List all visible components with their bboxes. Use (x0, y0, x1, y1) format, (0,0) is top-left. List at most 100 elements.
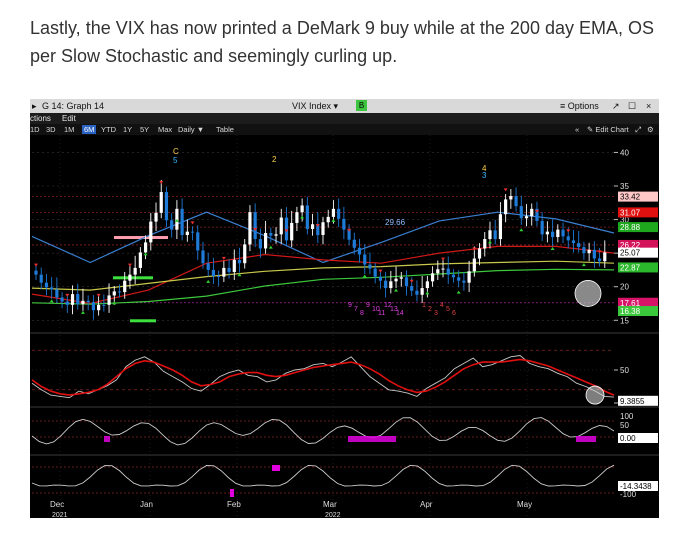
candle-body (514, 196, 518, 207)
candle-body (201, 250, 205, 264)
candle-body (284, 217, 289, 241)
candle-body (149, 221, 153, 243)
support-bar (113, 276, 153, 280)
candle-body (159, 192, 163, 213)
candle-body (462, 280, 466, 283)
candle-body (86, 300, 90, 303)
frequency-select[interactable]: Daily ▼ (178, 125, 204, 134)
demark-count: C (173, 147, 179, 156)
price-label: 25.07 (620, 249, 641, 258)
candle-body (60, 297, 64, 302)
period-1m[interactable]: 1M (64, 125, 74, 134)
price-label: 16.38 (620, 307, 641, 316)
candle-body (519, 206, 523, 219)
osc2-highlight (272, 465, 280, 471)
window-title: G 14: Graph 14 (42, 101, 105, 111)
period-1y[interactable]: 1Y (123, 125, 132, 134)
candle-body (477, 248, 482, 259)
sell-arrow (34, 263, 38, 267)
osc1-tick-label: 100 (620, 412, 634, 421)
highlight-circle (585, 385, 605, 405)
candle-body (394, 278, 398, 282)
candle-body (467, 271, 471, 283)
window-title-bar: ▸ G 14: Graph 14 VIX Index ▾ B ≡ Options… (30, 99, 659, 113)
buy-arrow (581, 263, 586, 267)
popout-icon[interactable]: ↗ (612, 101, 620, 112)
period-3d[interactable]: 3D (46, 125, 56, 134)
candle-body (483, 239, 487, 249)
period-max[interactable]: Max (158, 125, 172, 134)
period-ytd[interactable]: YTD (101, 125, 116, 134)
article-paragraph: Lastly, the VIX has now printed a DeMark… (30, 18, 654, 66)
options-menu[interactable]: ≡ Options (560, 101, 599, 111)
candle-body (91, 302, 95, 311)
candle-body (566, 236, 570, 241)
price-tick-label: 35 (620, 182, 629, 191)
settings-gear-icon[interactable]: ⚙ (647, 125, 654, 134)
collapse-left-icon[interactable]: « (575, 125, 579, 134)
candle-body (363, 254, 367, 265)
demark-count: 6 (452, 310, 456, 317)
period-5y[interactable]: 5Y (140, 125, 149, 134)
candle-body (551, 231, 555, 238)
badge-b[interactable]: B (356, 100, 367, 111)
candle-body (243, 244, 247, 264)
options-label: Options (567, 101, 599, 111)
candle-body (373, 268, 377, 277)
candle-body (420, 288, 424, 295)
period-6m[interactable]: 6M (82, 125, 97, 134)
candle-body (389, 281, 393, 289)
price-label: 31.07 (620, 208, 641, 217)
candle-body (331, 208, 336, 217)
candle-body (410, 286, 414, 291)
candle-body (81, 300, 85, 305)
buy-arrow (268, 245, 273, 249)
candle-body (290, 222, 294, 241)
buy-arrow (425, 291, 430, 295)
candle-body (577, 243, 581, 248)
actions-menu[interactable]: ctions (30, 114, 51, 123)
close-icon[interactable]: × (646, 101, 651, 111)
edit-chart-button[interactable]: ✎ Edit Chart (587, 125, 629, 134)
table-button[interactable]: Table (216, 125, 234, 134)
demark-count: 3 (482, 171, 487, 180)
demark-count: 11 (378, 310, 385, 317)
osc1-tick-label: 50 (620, 421, 629, 430)
buy-arrow (550, 247, 555, 251)
candle-body (310, 224, 315, 229)
candle-body (425, 281, 429, 289)
price-tick-label: 40 (620, 148, 629, 157)
x-month-label: May (517, 500, 532, 509)
osc1-highlight (104, 436, 110, 442)
sell-arrow (441, 257, 446, 261)
edit-menu[interactable]: Edit (62, 114, 76, 123)
ticker-field[interactable]: VIX Index ▾ (292, 101, 338, 112)
annotation-label: 29.66 (385, 218, 406, 227)
demark-count: 7 (354, 306, 358, 313)
collapse-arrow-icon[interactable]: ▸ (32, 101, 37, 112)
candle-body (185, 231, 189, 236)
actions-bar: ctions Edit (30, 113, 659, 124)
candle-body (164, 192, 169, 221)
candle-body (112, 291, 116, 296)
frequency-label: Daily (178, 125, 195, 134)
candle-body (415, 290, 419, 295)
buy-arrow (362, 274, 367, 278)
candle-body (368, 264, 372, 269)
candle-body (436, 269, 440, 274)
candle-body (133, 267, 137, 275)
sell-arrow (221, 256, 226, 260)
sell-arrow (503, 188, 508, 192)
candle-body (190, 231, 195, 233)
candle-body (295, 212, 299, 223)
period-1d[interactable]: 1D (30, 125, 40, 134)
chart-tools-icon[interactable]: ⤢ (635, 125, 641, 135)
maximize-icon[interactable]: ☐ (628, 101, 636, 112)
price-label: 33.42 (620, 193, 641, 202)
candle-body (357, 247, 362, 255)
candle-body (556, 229, 560, 238)
x-month-label: Dec (50, 500, 64, 509)
edit-chart-label: Edit Chart (595, 125, 629, 134)
candle-body (44, 282, 49, 288)
price-tick-label: 20 (620, 283, 629, 292)
